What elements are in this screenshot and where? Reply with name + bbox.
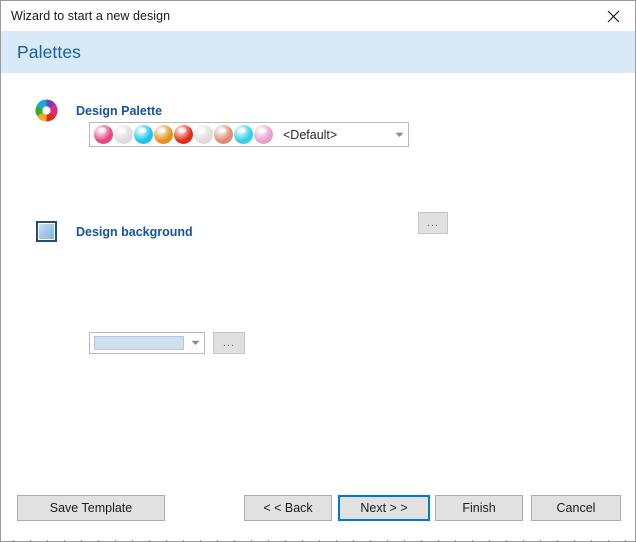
swatch-cyan [134,125,153,144]
resize-grip-strip [1,531,636,541]
palette-swatch-strip [90,125,273,144]
color-wheel-icon [35,99,58,122]
design-background-header: Design background [36,221,193,242]
close-icon [607,10,620,23]
swatch-salmon [214,125,233,144]
swatch-silver [114,125,133,144]
background-square-icon [36,221,57,242]
wizard-content: Design Palette <Default> ... Design back… [1,73,635,484]
cancel-button[interactable]: Cancel [531,495,621,521]
background-color-combobox[interactable] [89,332,205,354]
next-button[interactable]: Next > > [338,495,430,521]
back-button[interactable]: < < Back [244,495,332,521]
swatch-red [174,125,193,144]
palette-selected-value: <Default> [283,127,338,142]
palette-combobox[interactable]: <Default> [89,122,409,147]
close-button[interactable] [591,1,635,31]
chevron-down-icon[interactable] [391,123,408,146]
page-title: Palettes [17,41,82,62]
design-palette-header: Design Palette [35,99,162,122]
window-title: Wizard to start a new design [11,9,171,23]
background-color-swatch [94,336,184,350]
wizard-window: Wizard to start a new design Palettes De… [0,0,636,542]
swatch-turquoise [234,125,253,144]
swatch-orange [154,125,173,144]
swatch-pink [94,125,113,144]
page-header-band: Palettes [1,31,635,73]
chevron-down-icon[interactable] [187,333,204,353]
design-background-label: Design background [76,224,193,239]
palette-browse-button[interactable]: ... [418,212,448,234]
title-bar: Wizard to start a new design [1,1,635,31]
save-template-button[interactable]: Save Template [17,495,165,521]
swatch-gray [194,125,213,144]
design-palette-label: Design Palette [76,103,163,118]
finish-button[interactable]: Finish [435,495,523,521]
swatch-rose [254,125,273,144]
background-browse-button[interactable]: ... [213,332,245,354]
